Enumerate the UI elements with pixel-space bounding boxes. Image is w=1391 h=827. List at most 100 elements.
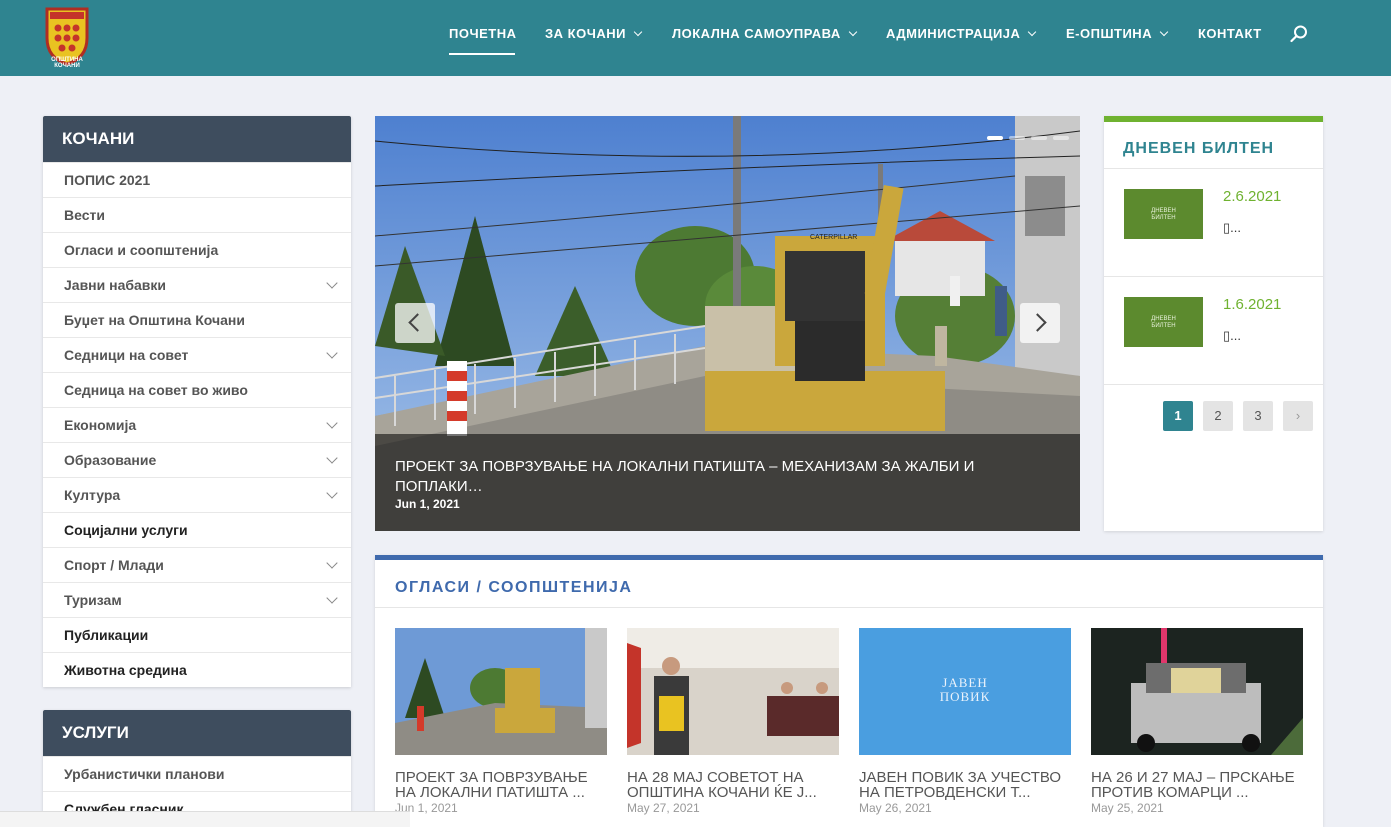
sidebar-item-popis[interactable]: ПОПИС 2021 (43, 162, 351, 197)
card-title[interactable]: НА 26 И 27 МАЈ – ПРСКАЊЕ ПРОТИВ КОМАРЦИ … (1091, 770, 1303, 800)
chevron-left-icon (408, 313, 427, 332)
sidebar-item-sport[interactable]: Спорт / Млади (43, 547, 351, 582)
sidebar-item-label: Економија (64, 417, 137, 433)
nav-administracija[interactable]: АДМИНИСТРАЦИЈА (886, 26, 1037, 41)
sidebar-item-label: Култура (64, 487, 121, 503)
chevron-down-icon[interactable] (326, 592, 338, 604)
thumb-text: ДНЕВЕН (1151, 316, 1176, 322)
thumb-text: БИЛТЕН (1151, 215, 1176, 221)
bulletin-date[interactable]: 1.6.2021 (1223, 296, 1281, 313)
slider-dots (987, 136, 1069, 140)
daily-bulletin-widget: ДНЕВЕН БИЛТЕН ДНЕВЕН БИЛТЕН 2.6.2021 ▯...… (1104, 116, 1323, 531)
sidebar-item-socijalni[interactable]: Социјални услуги (43, 512, 351, 547)
slider-dot[interactable] (1009, 136, 1025, 140)
sidebar-item-label: Образование (64, 452, 157, 468)
sidebar-item-oglasi[interactable]: Огласи и соопштенија (43, 232, 351, 267)
announcements-section: ОГЛАСИ / СООПШТЕНИЈА ПРОЕКТ ЗА ПОВРЗУВАЊ… (375, 555, 1323, 827)
sidebar-item-javni-nabavki[interactable]: Јавни набавки (43, 267, 351, 302)
chevron-down-icon[interactable] (326, 277, 338, 289)
sidebar-item-label: Туризам (64, 592, 122, 608)
announcement-card[interactable]: ЈАВЕН ПОВИК ЈАВЕН ПОВИК ЗА УЧЕСТВО НА ПЕТ… (859, 628, 1071, 815)
slide-title[interactable]: ПРОЕКТ ЗА ПОВРЗУВАЊЕ НА ЛОКАЛНИ ПАТИШТА … (395, 457, 1055, 497)
card-image[interactable] (1091, 628, 1303, 755)
sidebar-item-vesti[interactable]: Вести (43, 197, 351, 232)
sidebar-item-ekonomija[interactable]: Економија (43, 407, 351, 442)
slider-dot[interactable] (1053, 136, 1069, 140)
sidebar-item-sednica-zivo[interactable]: Седница на совет во живо (43, 372, 351, 407)
slider-dot[interactable] (1031, 136, 1047, 140)
sidebar-item-label: Огласи и соопштенија (64, 242, 219, 258)
nav-label: ПОЧЕТНА (449, 26, 517, 41)
divider (1104, 384, 1323, 385)
pagination-page-2[interactable]: 2 (1203, 401, 1233, 431)
search-icon[interactable] (1290, 25, 1308, 43)
nav-pochetna[interactable]: ПОЧЕТНА (449, 26, 516, 41)
chevron-down-icon[interactable] (326, 452, 338, 464)
card-date: May 26, 2021 (859, 801, 932, 815)
chevron-down-icon (1028, 27, 1037, 36)
sidebar-item-publikacii[interactable]: Публикации (43, 617, 351, 652)
sidebar-item-label: Јавни набавки (64, 277, 167, 293)
pagination-next-button[interactable]: › (1283, 401, 1313, 431)
nav-e-opshtina[interactable]: Е-ОПШТИНА (1066, 26, 1169, 41)
pagination-page-3[interactable]: 3 (1243, 401, 1273, 431)
sidebar-item-sednici[interactable]: Седници на совет (43, 337, 351, 372)
nav-kontakt[interactable]: КОНТАКТ (1198, 26, 1262, 41)
sidebar-item-label: Животна средина (64, 662, 187, 678)
announcement-card[interactable]: НА 28 МАЈ СОВЕТОТ НА ОПШТИНА КОЧАНИ ЌЕ Ј… (627, 628, 839, 815)
bulletin-thumbnail[interactable]: ДНЕВЕН БИЛТЕН (1124, 297, 1203, 347)
slider-next-button[interactable] (1020, 303, 1060, 343)
sidebar-item-label: Седница на совет во живо (64, 382, 248, 398)
bulletin-title: ДНЕВЕН БИЛТЕН (1123, 140, 1275, 157)
bulletin-excerpt: ▯... (1223, 328, 1241, 343)
sidebar-uslugi: УСЛУГИ Урбанистички планови Службен глас… (43, 710, 351, 827)
slider-dot[interactable] (987, 136, 1003, 140)
logo-caption: ОПШТИНА КОЧАНИ (51, 57, 83, 69)
card-date: May 25, 2021 (1091, 801, 1164, 815)
sidebar-item-kultura[interactable]: Култура (43, 477, 351, 512)
chevron-down-icon[interactable] (326, 557, 338, 569)
chevron-down-icon (1159, 27, 1169, 36)
card-image[interactable] (395, 628, 607, 755)
card-image[interactable]: ЈАВЕН ПОВИК (859, 628, 1071, 755)
bulletin-date[interactable]: 2.6.2021 (1223, 188, 1281, 205)
chevron-down-icon (633, 27, 643, 36)
card-date: May 27, 2021 (627, 801, 700, 815)
card-title[interactable]: ПРОЕКТ ЗА ПОВРЗУВАЊЕ НА ЛОКАЛНИ ПАТИШТА … (395, 770, 607, 800)
machine-brand-text: CATERPILLAR (810, 234, 857, 241)
hero-slider[interactable]: CATERPILLAR ПРОЕКТ ЗА ПОВРЗУВАЊЕ НА ЛОКА… (375, 116, 1080, 531)
sidebar-item-obrazovanie[interactable]: Образование (43, 442, 351, 477)
sidebar-item-label: Спорт / Млади (64, 557, 164, 573)
pagination-page-1[interactable]: 1 (1163, 401, 1193, 431)
card-date: Jun 1, 2021 (395, 801, 458, 815)
announcement-card[interactable]: ПРОЕКТ ЗА ПОВРЗУВАЊЕ НА ЛОКАЛНИ ПАТИШТА … (395, 628, 607, 815)
chevron-down-icon[interactable] (326, 417, 338, 429)
sidebar-item-turizam[interactable]: Туризам (43, 582, 351, 617)
sidebar-item-label: Седници на совет (64, 347, 189, 363)
slide-date: Jun 1, 2021 (395, 497, 460, 511)
sidebar-item-label: Социјални услуги (64, 522, 188, 538)
card-image[interactable] (627, 628, 839, 755)
javen-povik-graphic: ЈАВЕН ПОВИК (859, 676, 1071, 704)
sidebar-item-label: Публикации (64, 627, 149, 643)
sidebar-item-label: Урбанистички планови (64, 766, 225, 782)
chevron-down-icon[interactable] (326, 347, 338, 359)
nav-za-kochani[interactable]: ЗА КОЧАНИ (545, 26, 643, 41)
horizontal-scrollbar[interactable] (0, 811, 410, 827)
card-title[interactable]: ЈАВЕН ПОВИК ЗА УЧЕСТВО НА ПЕТРОВДЕНСКИ Т… (859, 770, 1071, 800)
bulletin-thumbnail[interactable]: ДНЕВЕН БИЛТЕН (1124, 189, 1203, 239)
sidebar-item-label: Вести (64, 207, 105, 223)
announcement-card[interactable]: НА 26 И 27 МАЈ – ПРСКАЊЕ ПРОТИВ КОМАРЦИ … (1091, 628, 1303, 815)
sidebar-item-urbanisticki[interactable]: Урбанистички планови (43, 756, 351, 791)
sidebar-item-budget[interactable]: Буџет на Општина Кочани (43, 302, 351, 337)
active-nav-underline (449, 53, 515, 55)
section-title: ОГЛАСИ / СООПШТЕНИЈА (395, 579, 633, 596)
slider-prev-button[interactable] (395, 303, 435, 343)
site-header: ОПШТИНА КОЧАНИ ПОЧЕТНА ЗА КОЧАНИ ЛОКАЛНА… (0, 0, 1391, 76)
divider (1104, 276, 1323, 277)
chevron-down-icon[interactable] (326, 487, 338, 499)
sidebar-item-zivotna-sredina[interactable]: Животна средина (43, 652, 351, 687)
nav-lokalna-samouprava[interactable]: ЛОКАЛНА САМОУПРАВА (672, 26, 858, 41)
card-title[interactable]: НА 28 МАЈ СОВЕТОТ НА ОПШТИНА КОЧАНИ ЌЕ Ј… (627, 770, 839, 800)
sidebar-item-label: ПОПИС 2021 (64, 172, 151, 188)
